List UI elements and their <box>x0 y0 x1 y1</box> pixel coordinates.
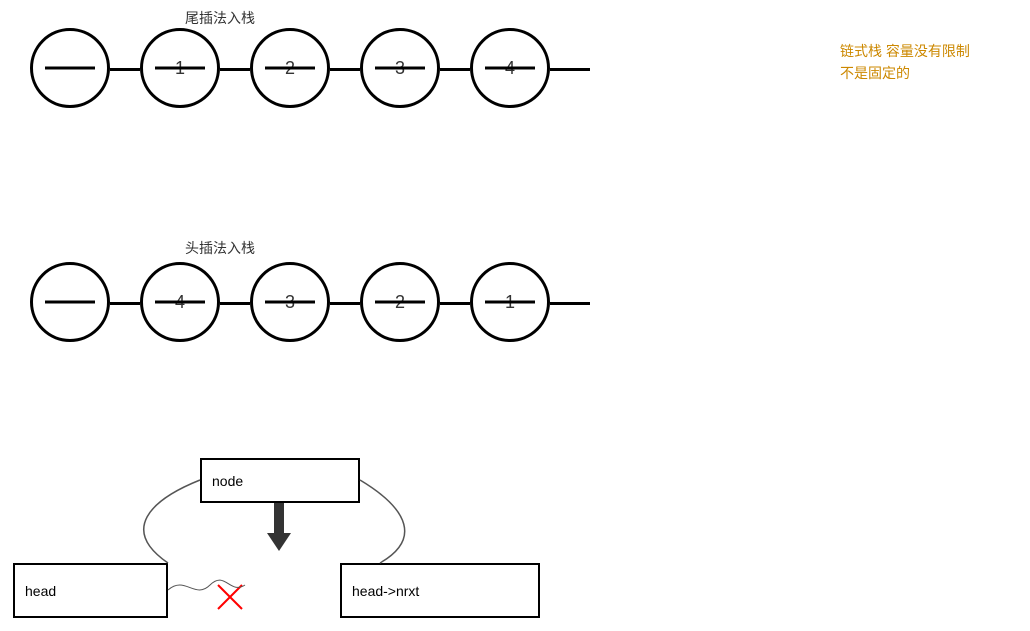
annotation: 链式栈 容量没有限制 不是固定的 <box>840 40 970 85</box>
row1-line2 <box>330 68 360 71</box>
arrow-head <box>267 533 291 551</box>
row2-node1: 4 <box>140 262 220 342</box>
row2-line3 <box>440 302 470 305</box>
title1-label: 尾插法入栈 <box>185 8 255 28</box>
row1-node2: 2 <box>250 28 330 108</box>
row1-line3 <box>440 68 470 71</box>
head-nrxt-box: head->nrxt <box>340 563 540 618</box>
row1-node4: 4 <box>470 28 550 108</box>
canvas: 尾插法入栈 1 2 3 4 链式栈 容量没有限制 不是固定的 头插法入栈 4 <box>0 0 1030 631</box>
row1-tail-line <box>550 68 590 71</box>
row1-node3: 3 <box>360 28 440 108</box>
node-box: node <box>200 458 360 503</box>
row2-node3: 2 <box>360 262 440 342</box>
annotation-line2: 不是固定的 <box>840 62 970 84</box>
row2-node2: 3 <box>250 262 330 342</box>
head-box: head <box>13 563 168 618</box>
row2-tail-line <box>550 302 590 305</box>
row2-line0 <box>110 302 140 305</box>
annotation-line1: 链式栈 容量没有限制 <box>840 40 970 62</box>
row2-node4: 1 <box>470 262 550 342</box>
title2-label: 头插法入栈 <box>185 238 255 258</box>
row2-line1 <box>220 302 250 305</box>
row2-node0 <box>30 262 110 342</box>
row1-line0 <box>110 68 140 71</box>
row1-node0 <box>30 28 110 108</box>
row1-node1: 1 <box>140 28 220 108</box>
row1-line1 <box>220 68 250 71</box>
arrow-down <box>267 503 291 551</box>
arrow-shaft <box>274 503 284 533</box>
row2-line2 <box>330 302 360 305</box>
